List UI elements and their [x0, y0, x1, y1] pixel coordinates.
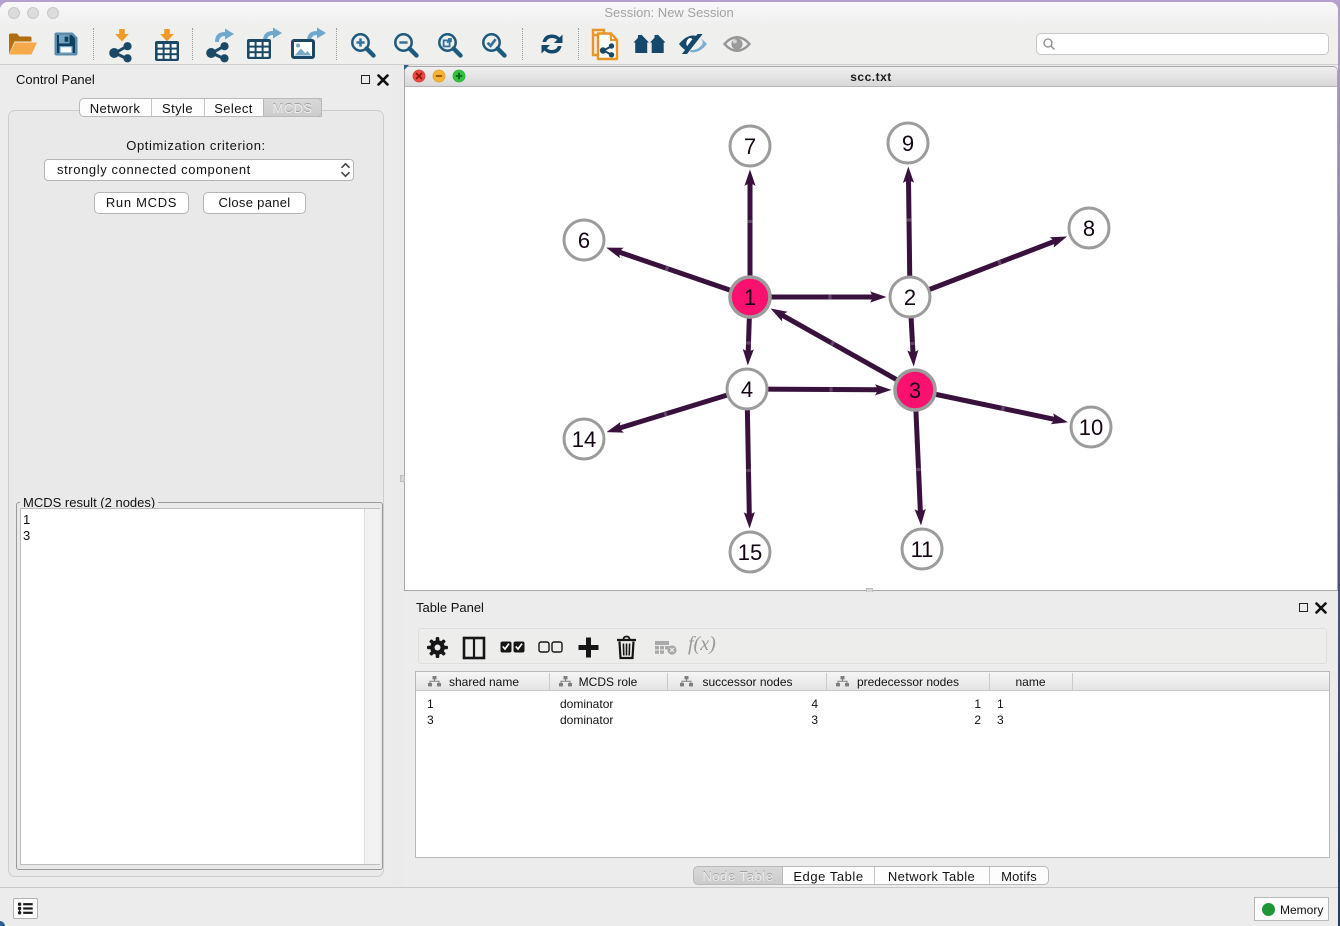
svg-text:15: 15 — [738, 540, 762, 565]
svg-text:3: 3 — [909, 378, 921, 403]
svg-text:9: 9 — [902, 131, 914, 156]
svg-text:11: 11 — [911, 537, 934, 562]
svg-text:10: 10 — [1079, 415, 1103, 440]
svg-text:7: 7 — [744, 134, 756, 159]
svg-text:8: 8 — [1083, 216, 1095, 241]
svg-text:14: 14 — [572, 427, 596, 452]
svg-text:4: 4 — [741, 377, 753, 402]
svg-text:6: 6 — [578, 228, 590, 253]
svg-text:2: 2 — [904, 285, 916, 310]
svg-text:1: 1 — [744, 285, 756, 310]
